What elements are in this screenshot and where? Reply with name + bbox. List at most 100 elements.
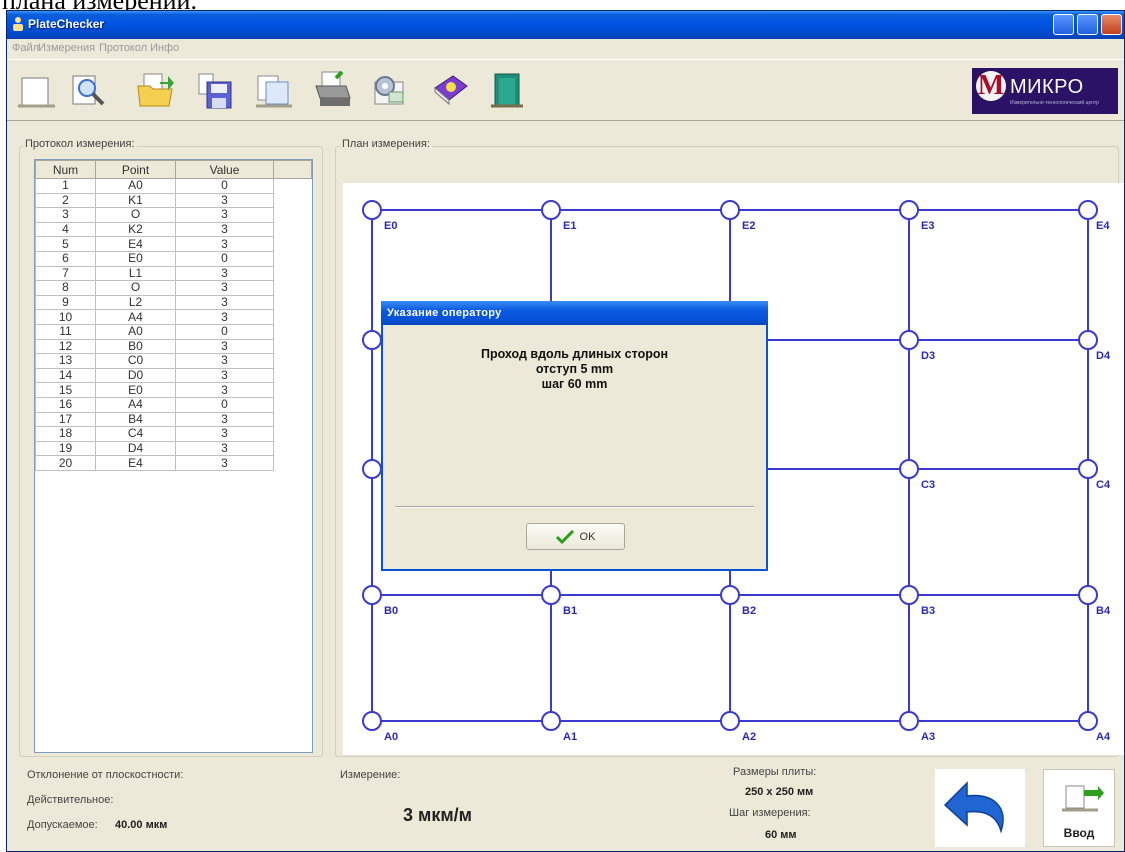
table-row[interactable]: 10 A4 3 [35, 309, 312, 325]
plan-point-c3[interactable] [899, 459, 919, 479]
allowed-value: 40.00 мкм [115, 819, 168, 831]
plan-point-c4[interactable] [1078, 459, 1098, 479]
dialog-title-bar[interactable]: Указание оператору [381, 301, 768, 325]
plan-point-a0[interactable] [362, 711, 382, 731]
col-value-header[interactable]: Value [175, 160, 274, 179]
row-point: O [95, 207, 176, 223]
table-row[interactable]: 12 B0 3 [35, 338, 312, 355]
preview-button[interactable] [67, 68, 111, 112]
plan-point-d0[interactable] [362, 330, 382, 350]
plan-point-a3[interactable] [899, 711, 919, 731]
menu-measurements[interactable]: Измерения [38, 42, 95, 54]
save-button[interactable] [193, 68, 237, 112]
row-num: 20 [35, 455, 96, 471]
row-point: E0 [95, 382, 176, 398]
plan-point-c0[interactable] [362, 459, 382, 479]
table-row[interactable]: 9 L2 3 [35, 294, 312, 311]
table-row[interactable]: 15 E0 3 [35, 382, 312, 398]
plan-point-b2[interactable] [720, 585, 740, 605]
row-num: 11 [35, 323, 96, 340]
plan-point-d3[interactable] [899, 330, 919, 350]
title-bar[interactable]: PlateChecker [7, 11, 1124, 39]
protocol-table[interactable]: Num Point Value 1 A0 0 2 K1 3 3 O 3 4 K2 3 5 E4 3 6 E0 0 7… [34, 159, 313, 753]
plan-point-b3[interactable] [899, 585, 919, 605]
row-point: A0 [95, 178, 176, 194]
table-row[interactable]: 1 A0 0 [35, 178, 312, 194]
row-point: D0 [95, 367, 176, 384]
row-point: B0 [95, 338, 176, 355]
row-num: 19 [35, 440, 96, 457]
plan-point-b0[interactable] [362, 585, 382, 605]
plan-point-e3[interactable] [899, 200, 919, 220]
table-row[interactable]: 6 E0 0 [35, 250, 312, 267]
mikro-logo: М МИКРО Измерительно-технологический цен… [972, 68, 1118, 114]
plan-point-d4[interactable] [1078, 330, 1098, 350]
plan-label-e0: E0 [384, 220, 397, 232]
help-button[interactable] [427, 68, 471, 112]
table-row[interactable]: 11 A0 0 [35, 323, 312, 340]
plan-label-e4: E4 [1096, 220, 1110, 232]
menu-file[interactable]: Файл [12, 42, 39, 54]
plan-point-a2[interactable] [720, 711, 740, 731]
print-icon [315, 70, 351, 106]
exit-button[interactable] [485, 68, 529, 112]
undo-arrow-icon [943, 781, 1004, 834]
table-row[interactable]: 8O3 [35, 280, 312, 296]
row-filler [274, 412, 312, 427]
table-row[interactable]: 20 E4 3 [35, 455, 312, 471]
row-num: 16 [35, 396, 96, 413]
ok-button[interactable]: OK [526, 523, 625, 550]
plan-point-e4[interactable] [1078, 200, 1098, 220]
row-value: 3 [175, 440, 274, 457]
row-num: 3 [35, 207, 96, 223]
table-row[interactable]: 2 K1 3 [35, 192, 312, 209]
plan-label-a2: A2 [742, 731, 756, 743]
row-filler [274, 251, 312, 266]
table-row[interactable]: 3O3 [35, 207, 312, 223]
plan-label-c4: C4 [1096, 479, 1111, 491]
row-num: 5 [35, 236, 96, 252]
table-row[interactable]: 17 B4 3 [35, 411, 312, 428]
close-button[interactable] [1101, 14, 1122, 35]
row-value: 3 [175, 280, 274, 296]
maximize-button[interactable] [1077, 14, 1098, 35]
print-button[interactable] [310, 68, 354, 112]
table-row[interactable]: 16 A4 0 [35, 396, 312, 413]
plan-label-b2: B2 [742, 605, 756, 617]
logo-mark: М [976, 70, 1006, 101]
table-row[interactable]: 14 D0 3 [35, 367, 312, 384]
enter-button[interactable]: Ввод [1043, 769, 1115, 847]
copy-button[interactable] [252, 68, 296, 112]
menu-info[interactable]: Инфо [150, 42, 179, 54]
undo-button[interactable] [935, 769, 1025, 847]
table-row[interactable]: 5 E4 3 [35, 236, 312, 252]
menu-protocol[interactable]: Протокол [99, 42, 147, 54]
plan-point-a4[interactable] [1078, 711, 1098, 731]
plan-point-b1[interactable] [541, 585, 561, 605]
new-doc-button[interactable] [15, 68, 59, 112]
minimize-button[interactable] [1053, 14, 1074, 35]
row-value: 0 [175, 250, 274, 267]
table-row[interactable]: 19 D4 3 [35, 440, 312, 457]
table-row[interactable]: 4 K2 3 [35, 221, 312, 238]
row-value: 3 [175, 236, 274, 252]
col-num-header[interactable]: Num [35, 160, 96, 179]
plan-point-a1[interactable] [541, 711, 561, 731]
plan-point-e2[interactable] [720, 200, 740, 220]
row-filler [274, 310, 312, 325]
row-filler [274, 441, 312, 456]
row-point: D4 [95, 440, 176, 457]
table-row[interactable]: 7 L1 3 [35, 265, 312, 282]
plate-size-value: 250 x 250 мм [745, 786, 814, 798]
plan-point-e1[interactable] [541, 200, 561, 220]
col-point-header[interactable]: Point [95, 160, 176, 179]
open-button[interactable] [134, 68, 178, 112]
row-point: C0 [95, 353, 176, 369]
table-row[interactable]: 13 C0 3 [35, 353, 312, 369]
plan-point-e0[interactable] [362, 200, 382, 220]
settings-button[interactable] [369, 68, 413, 112]
plan-point-b4[interactable] [1078, 585, 1098, 605]
plan-label-b3: B3 [921, 605, 935, 617]
step-label: Шаг измерения: [729, 807, 811, 819]
table-row[interactable]: 18 C4 3 [35, 426, 312, 442]
